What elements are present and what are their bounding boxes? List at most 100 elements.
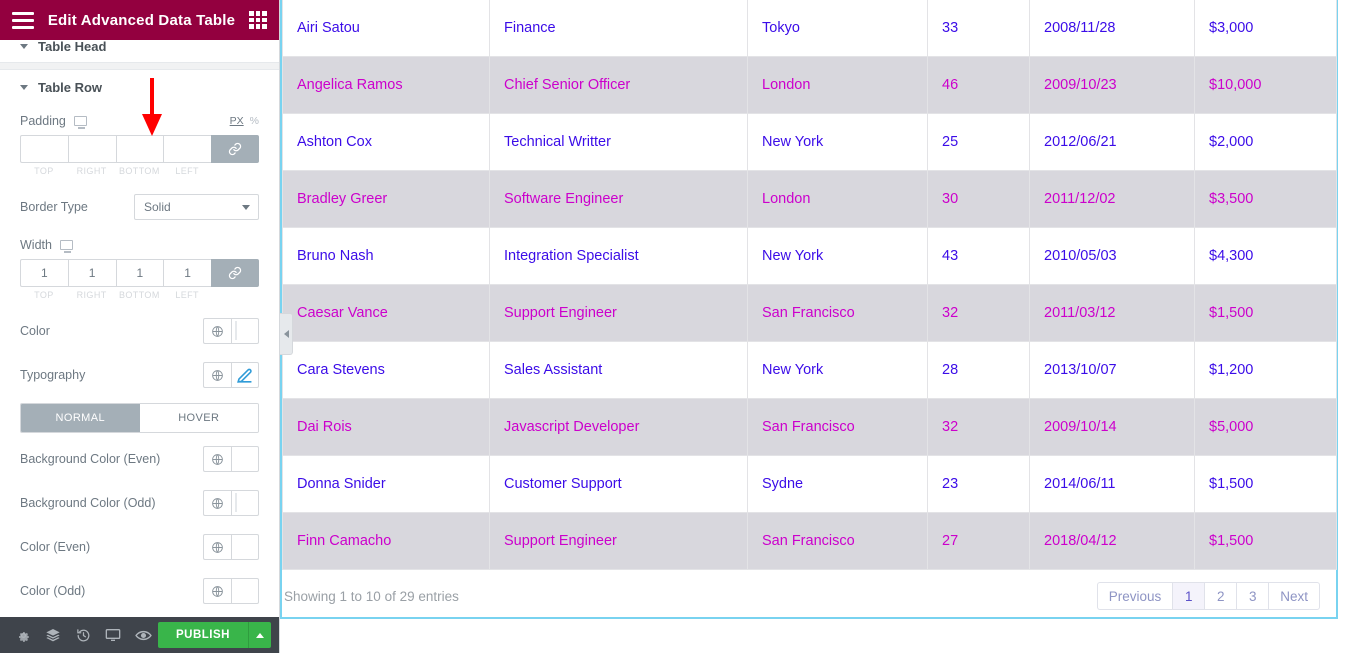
- border-type-select-wrap: Solid: [134, 194, 259, 220]
- cell-name: Angelica Ramos: [283, 57, 490, 114]
- cell-office: London: [748, 57, 928, 114]
- chevron-down-icon: [242, 205, 250, 210]
- panel-body: Table Head Table Row Padding PX %: [0, 40, 279, 617]
- width-link-values-icon[interactable]: [211, 259, 259, 287]
- preview-eye-icon[interactable]: [128, 617, 158, 653]
- data-table-widget[interactable]: Airi SatouFinanceTokyo332008/11/28$3,000…: [280, 0, 1338, 619]
- publish-options-caret-icon[interactable]: [248, 622, 271, 648]
- padding-top-input[interactable]: [20, 135, 68, 163]
- globe-icon[interactable]: [203, 578, 231, 604]
- border-color-control: Color: [0, 309, 279, 353]
- layers-icon[interactable]: [38, 617, 68, 653]
- device-desktop-icon[interactable]: [60, 240, 73, 250]
- background-color-odd-swatch[interactable]: [231, 490, 259, 516]
- width-label-right: RIGHT: [68, 290, 116, 300]
- page-button-3[interactable]: 3: [1236, 582, 1268, 610]
- panel-collapse-handle[interactable]: [280, 313, 293, 355]
- cell-age: 43: [928, 228, 1030, 285]
- widgets-grid-icon[interactable]: [249, 11, 267, 29]
- width-right-input[interactable]: 1: [68, 259, 116, 287]
- cell-name: Caesar Vance: [283, 285, 490, 342]
- tab-hover[interactable]: HOVER: [140, 404, 259, 432]
- typography-control: Typography: [0, 353, 279, 397]
- section-table-head-label: Table Head: [38, 40, 106, 54]
- width-side-labels: TOP RIGHT BOTTOM LEFT: [20, 290, 259, 300]
- width-label-left: LEFT: [163, 290, 211, 300]
- padding-right-input[interactable]: [68, 135, 116, 163]
- padding-link-values-icon[interactable]: [211, 135, 259, 163]
- cell-salary: $4,300: [1195, 228, 1337, 285]
- device-desktop-icon[interactable]: [74, 116, 87, 126]
- border-type-select[interactable]: Solid: [134, 194, 259, 220]
- cell-office: New York: [748, 342, 928, 399]
- section-table-head[interactable]: Table Head: [0, 40, 279, 62]
- cell-salary: $2,000: [1195, 114, 1337, 171]
- cell-start-date: 2010/05/03: [1030, 228, 1195, 285]
- border-width-control: Width 1 1 1 1: [0, 229, 279, 309]
- publish-button[interactable]: PUBLISH: [158, 622, 248, 648]
- cell-age: 46: [928, 57, 1030, 114]
- cell-start-date: 2008/11/28: [1030, 0, 1195, 57]
- pagination: Previous123Next: [1097, 582, 1320, 610]
- cell-start-date: 2018/04/12: [1030, 513, 1195, 570]
- padding-left-input[interactable]: [163, 135, 211, 163]
- hamburger-icon[interactable]: [12, 12, 34, 29]
- tab-normal[interactable]: NORMAL: [21, 404, 140, 432]
- section-table-row-label: Table Row: [38, 80, 102, 95]
- table-row: Angelica RamosChief Senior OfficerLondon…: [283, 57, 1337, 114]
- color-even-swatch[interactable]: [231, 534, 259, 560]
- padding-bottom-input[interactable]: [116, 135, 164, 163]
- cell-start-date: 2009/10/14: [1030, 399, 1195, 456]
- typography-label: Typography: [20, 368, 85, 382]
- padding-inputs: [20, 135, 259, 163]
- cell-salary: $5,000: [1195, 399, 1337, 456]
- cell-age: 27: [928, 513, 1030, 570]
- width-bottom-input[interactable]: 1: [116, 259, 164, 287]
- page-button-next[interactable]: Next: [1268, 582, 1320, 610]
- globe-icon[interactable]: [203, 490, 231, 516]
- elementor-editor: Edit Advanced Data Table Table Head Tabl…: [0, 0, 1348, 653]
- width-label-group: Width: [20, 238, 73, 252]
- chevron-down-icon: [20, 44, 28, 49]
- background-color-even-picker: [203, 446, 259, 472]
- cell-salary: $3,000: [1195, 0, 1337, 57]
- unit-px[interactable]: PX: [230, 115, 244, 127]
- padding-label-group: Padding: [20, 114, 87, 128]
- cell-salary: $1,500: [1195, 285, 1337, 342]
- cell-age: 30: [928, 171, 1030, 228]
- table-row: Bruno NashIntegration SpecialistNew York…: [283, 228, 1337, 285]
- page-button-1[interactable]: 1: [1172, 582, 1204, 610]
- globe-icon[interactable]: [203, 446, 231, 472]
- panel-title: Edit Advanced Data Table: [34, 12, 249, 29]
- cell-office: Sydne: [748, 456, 928, 513]
- border-color-label: Color: [20, 324, 50, 338]
- globe-icon[interactable]: [203, 362, 231, 388]
- border-color-swatch[interactable]: [231, 318, 259, 344]
- width-inputs: 1 1 1 1: [20, 259, 259, 287]
- cell-age: 25: [928, 114, 1030, 171]
- gear-icon[interactable]: [8, 617, 38, 653]
- color-odd-picker: [203, 578, 259, 604]
- typography-edit-pencil-icon[interactable]: [231, 362, 259, 388]
- width-left-input[interactable]: 1: [163, 259, 211, 287]
- globe-icon[interactable]: [203, 534, 231, 560]
- responsive-icon[interactable]: [98, 617, 128, 653]
- cell-position: Chief Senior Officer: [490, 57, 748, 114]
- color-odd-swatch[interactable]: [231, 578, 259, 604]
- unit-percent[interactable]: %: [250, 115, 259, 127]
- cell-start-date: 2011/03/12: [1030, 285, 1195, 342]
- globe-icon[interactable]: [203, 318, 231, 344]
- section-table-row[interactable]: Table Row: [0, 70, 279, 105]
- chevron-down-icon: [20, 85, 28, 90]
- data-table-body: Airi SatouFinanceTokyo332008/11/28$3,000…: [283, 0, 1337, 570]
- color-even-picker: [203, 534, 259, 560]
- cell-position: Support Engineer: [490, 513, 748, 570]
- width-top-input[interactable]: 1: [20, 259, 68, 287]
- color-odd-label: Color (Odd): [20, 584, 85, 598]
- history-icon[interactable]: [68, 617, 98, 653]
- page-button-previous[interactable]: Previous: [1097, 582, 1173, 610]
- background-color-even-swatch[interactable]: [231, 446, 259, 472]
- cell-age: 28: [928, 342, 1030, 399]
- page-button-2[interactable]: 2: [1204, 582, 1236, 610]
- cell-position: Finance: [490, 0, 748, 57]
